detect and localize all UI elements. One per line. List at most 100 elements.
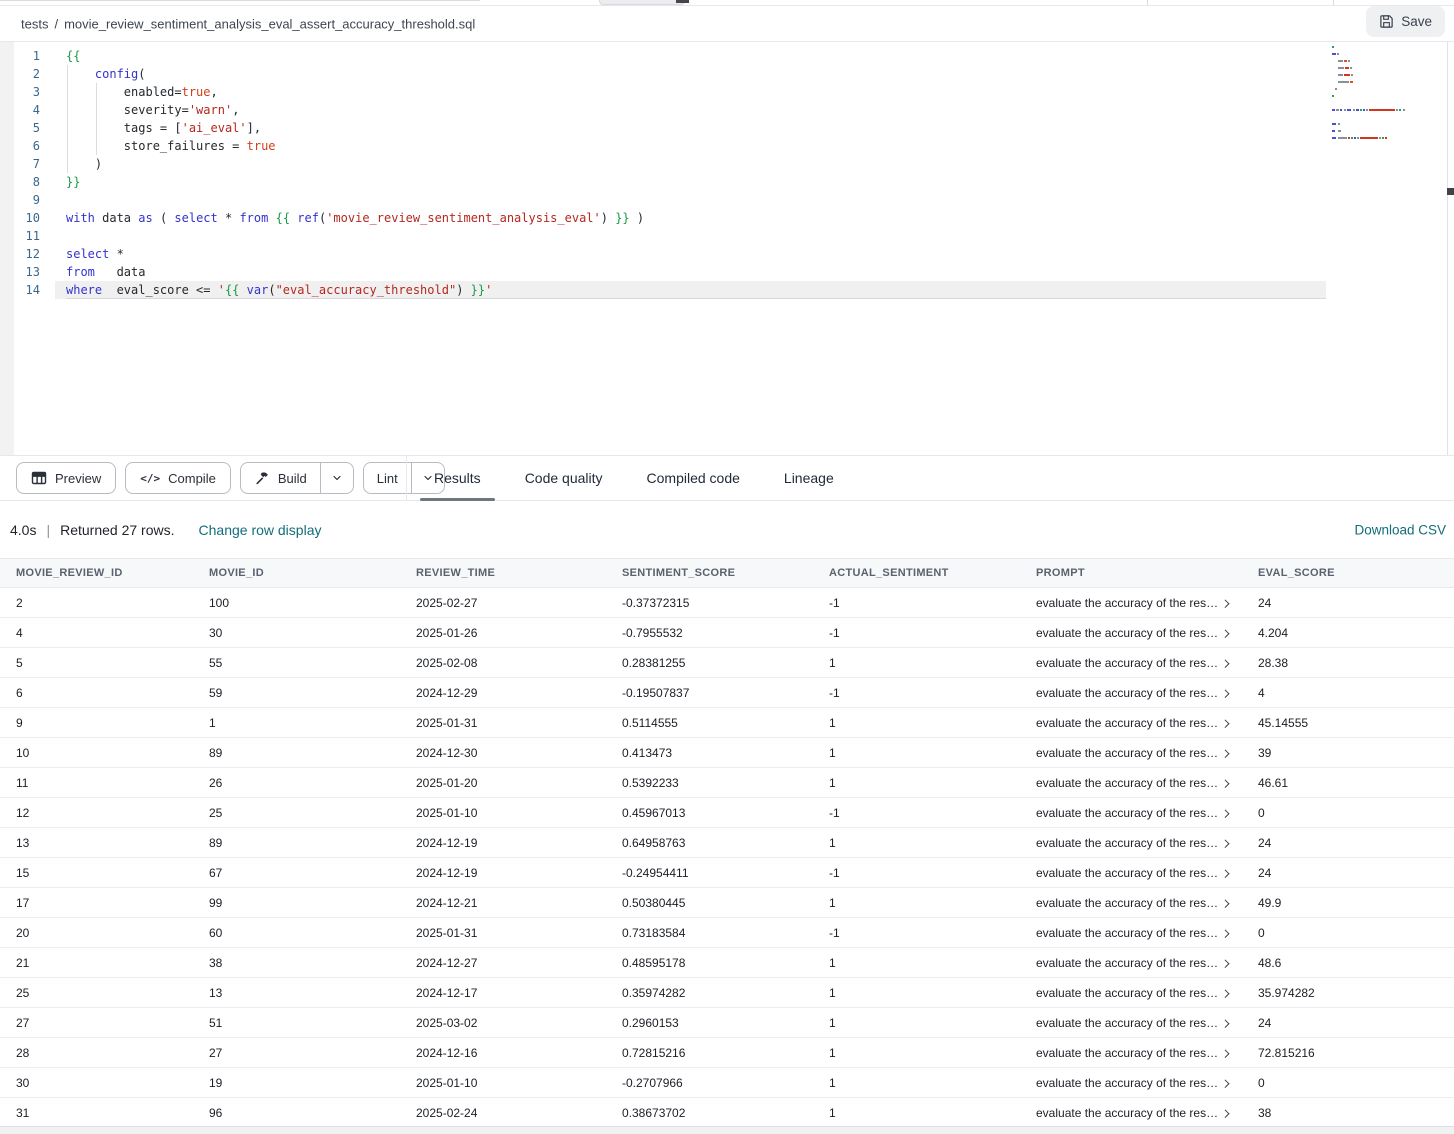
cell-prompt[interactable]: evaluate the accuracy of the res… — [1036, 1076, 1242, 1090]
change-row-display-link[interactable]: Change row display — [199, 522, 322, 538]
prompt-text: evaluate the accuracy of the res… — [1036, 836, 1218, 850]
cell-movie-id: 19 — [209, 1076, 416, 1090]
cell-actual-sentiment: 1 — [829, 776, 1036, 790]
chevron-right-icon[interactable] — [1221, 779, 1229, 787]
build-button-label: Build — [278, 471, 307, 486]
col-header-eval-score: EVAL_SCORE — [1242, 567, 1454, 579]
chevron-right-icon[interactable] — [1221, 929, 1229, 937]
build-dropdown-button[interactable] — [320, 463, 353, 493]
tab-results[interactable]: Results — [420, 456, 495, 500]
chevron-right-icon[interactable] — [1221, 719, 1229, 727]
chevron-right-icon[interactable] — [1221, 989, 1229, 997]
editor-scrollbar-thumb[interactable] — [1447, 188, 1454, 195]
cell-prompt[interactable]: evaluate the accuracy of the res… — [1036, 986, 1242, 1000]
results-table: MOVIE_REVIEW_IDMOVIE_IDREVIEW_TIMESENTIM… — [0, 558, 1454, 1128]
cell-review-time: 2024-12-21 — [416, 896, 622, 910]
code-line[interactable]: tags = ['ai_eval'], — [66, 119, 1334, 137]
cell-prompt[interactable]: evaluate the accuracy of the res… — [1036, 746, 1242, 760]
cell-prompt[interactable]: evaluate the accuracy of the res… — [1036, 926, 1242, 940]
cell-prompt[interactable]: evaluate the accuracy of the res… — [1036, 1046, 1242, 1060]
code-line[interactable]: ) — [66, 155, 1334, 173]
tab-compiled-code[interactable]: Compiled code — [633, 456, 754, 500]
chevron-right-icon[interactable] — [1221, 899, 1229, 907]
chevron-right-icon[interactable] — [1221, 839, 1229, 847]
cell-movie-review-id: 27 — [0, 1016, 209, 1030]
download-csv-link[interactable]: Download CSV — [1354, 523, 1446, 538]
compile-button[interactable]: </> Compile — [125, 462, 231, 494]
cell-review-time: 2025-02-08 — [416, 656, 622, 670]
table-icon — [31, 470, 47, 486]
minimap[interactable] — [1332, 46, 1427, 144]
cell-review-time: 2025-02-24 — [416, 1106, 622, 1120]
code-line[interactable]: severity='warn', — [66, 101, 1334, 119]
cell-prompt[interactable]: evaluate the accuracy of the res… — [1036, 686, 1242, 700]
chevron-right-icon[interactable] — [1221, 1079, 1229, 1087]
build-button[interactable]: Build — [241, 463, 320, 493]
tab-code-quality[interactable]: Code quality — [511, 456, 617, 500]
prompt-text: evaluate the accuracy of the res… — [1036, 956, 1218, 970]
cell-prompt[interactable]: evaluate the accuracy of the res… — [1036, 956, 1242, 970]
prompt-text: evaluate the accuracy of the res… — [1036, 986, 1218, 1000]
prompt-text: evaluate the accuracy of the res… — [1036, 656, 1218, 670]
save-button[interactable]: Save — [1366, 6, 1445, 37]
line-number: 6 — [14, 137, 40, 155]
chevron-right-icon[interactable] — [1221, 959, 1229, 967]
chevron-right-icon[interactable] — [1221, 689, 1229, 697]
lint-button[interactable]: Lint — [364, 463, 411, 493]
chevron-right-icon[interactable] — [1221, 659, 1229, 667]
code-line[interactable]: }} — [66, 173, 1334, 191]
cell-prompt[interactable]: evaluate the accuracy of the res… — [1036, 836, 1242, 850]
code-line[interactable]: config( — [66, 65, 1334, 83]
cell-review-time: 2024-12-30 — [416, 746, 622, 760]
cell-prompt[interactable]: evaluate the accuracy of the res… — [1036, 866, 1242, 880]
code-line[interactable] — [66, 227, 1334, 245]
ide-window: tests / movie_review_sentiment_analysis_… — [0, 0, 1454, 1134]
code-line[interactable]: {{ — [66, 47, 1334, 65]
chevron-right-icon[interactable] — [1221, 869, 1229, 877]
cell-movie-id: 26 — [209, 776, 416, 790]
line-number: 9 — [14, 191, 40, 209]
code-line[interactable]: enabled=true, — [66, 83, 1334, 101]
query-status-bar: 4.0s | Returned 27 rows. Change row disp… — [0, 502, 1454, 558]
cell-review-time: 2024-12-19 — [416, 836, 622, 850]
cell-prompt[interactable]: evaluate the accuracy of the res… — [1036, 776, 1242, 790]
code-line[interactable]: where eval_score <= '{{ var("eval_accura… — [66, 281, 1326, 299]
cell-prompt[interactable]: evaluate the accuracy of the res… — [1036, 716, 1242, 730]
chevron-right-icon[interactable] — [1221, 599, 1229, 607]
cell-prompt[interactable]: evaluate the accuracy of the res… — [1036, 596, 1242, 610]
cell-prompt[interactable]: evaluate the accuracy of the res… — [1036, 656, 1242, 670]
preview-button[interactable]: Preview — [16, 462, 116, 494]
chevron-right-icon[interactable] — [1221, 1109, 1229, 1117]
code-line[interactable] — [66, 191, 1334, 209]
table-row: 28272024-12-160.728152161evaluate the ac… — [0, 1038, 1454, 1068]
chevron-right-icon[interactable] — [1221, 749, 1229, 757]
cell-prompt[interactable]: evaluate the accuracy of the res… — [1036, 896, 1242, 910]
code-line[interactable]: store_failures = true — [66, 137, 1334, 155]
chevron-right-icon[interactable] — [1221, 1019, 1229, 1027]
cell-prompt[interactable]: evaluate the accuracy of the res… — [1036, 1106, 1242, 1120]
code-line[interactable]: from data — [66, 263, 1334, 281]
sql-editor[interactable]: 1234567891011121314 {{ config( enabled=t… — [0, 42, 1454, 455]
prompt-text: evaluate the accuracy of the res… — [1036, 866, 1218, 880]
code-line[interactable]: select * — [66, 245, 1334, 263]
cell-review-time: 2025-03-02 — [416, 1016, 622, 1030]
cell-movie-id: 1 — [209, 716, 416, 730]
cell-eval-score: 38 — [1242, 1106, 1454, 1120]
chevron-right-icon[interactable] — [1221, 809, 1229, 817]
chevron-right-icon[interactable] — [1221, 629, 1229, 637]
cell-review-time: 2025-01-10 — [416, 806, 622, 820]
cell-prompt[interactable]: evaluate the accuracy of the res… — [1036, 1016, 1242, 1030]
table-row: 11262025-01-200.53922331evaluate the acc… — [0, 768, 1454, 798]
cell-prompt[interactable]: evaluate the accuracy of the res… — [1036, 626, 1242, 640]
horizontal-scrollbar[interactable] — [0, 1126, 1454, 1134]
chevron-right-icon[interactable] — [1221, 1049, 1229, 1057]
editor-gutter: 1234567891011121314 — [14, 47, 40, 299]
editor-code[interactable]: {{ config( enabled=true, severity='warn'… — [66, 47, 1334, 299]
table-row: 25132024-12-170.359742821evaluate the ac… — [0, 978, 1454, 1008]
cell-actual-sentiment: -1 — [829, 626, 1036, 640]
breadcrumb-tests[interactable]: tests — [21, 17, 48, 32]
tab-lineage[interactable]: Lineage — [770, 456, 848, 500]
cell-prompt[interactable]: evaluate the accuracy of the res… — [1036, 806, 1242, 820]
cell-movie-review-id: 13 — [0, 836, 209, 850]
code-line[interactable]: with data as ( select * from {{ ref('mov… — [66, 209, 1334, 227]
